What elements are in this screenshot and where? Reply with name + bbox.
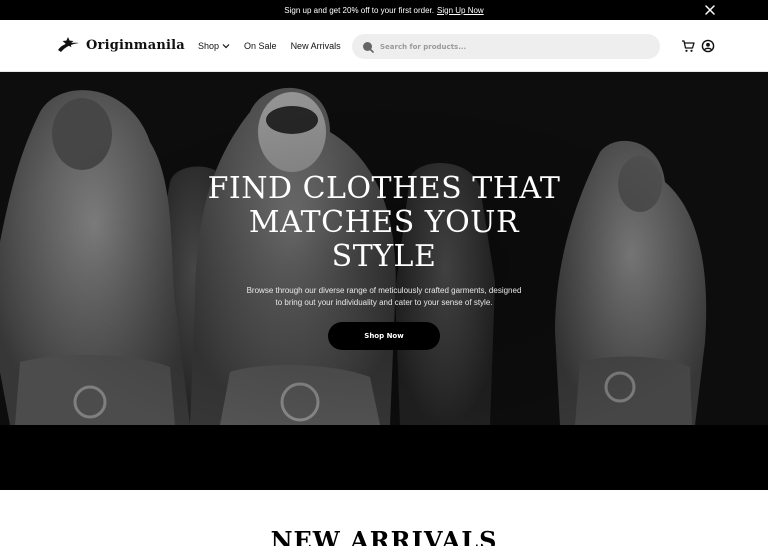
hero-title: FIND CLOTHES THAT MATCHES YOUR STYLE <box>184 172 584 274</box>
search-input[interactable] <box>380 42 650 51</box>
nav-on-sale-label: On Sale <box>244 41 277 51</box>
logo-text: Originmanila <box>86 37 185 53</box>
nav-shop-label: Shop <box>198 41 220 51</box>
star-swoosh-logo-icon <box>58 37 79 52</box>
logo[interactable]: Originmanila <box>57 36 185 54</box>
hero-title-line1: FIND CLOTHES THAT <box>207 171 561 206</box>
hero-subtitle-line1: Browse through our diverse range of meti… <box>246 286 522 295</box>
promo-text: Sign up and get 20% off to your first or… <box>284 5 435 15</box>
hero-banner: FIND CLOTHES THAT MATCHES YOUR STYLE Bro… <box>0 72 768 425</box>
hero-title-line3: STYLE <box>331 239 437 274</box>
search-bar[interactable] <box>352 34 660 59</box>
nav-new-arrivals-label: New Arrivals <box>290 41 341 51</box>
search-icon <box>363 41 374 53</box>
main-nav: Shop On Sale New Arrivals <box>198 41 341 51</box>
hero-subtitle-line2: to bring out your individuality and cate… <box>275 298 493 307</box>
close-icon[interactable] <box>704 4 716 16</box>
new-arrivals-title: NEW ARRIVALS <box>270 526 498 546</box>
chevron-down-icon <box>222 44 230 49</box>
nav-on-sale[interactable]: On Sale <box>244 41 277 51</box>
nav-shop[interactable]: Shop <box>198 41 230 51</box>
promo-bar: Sign up and get 20% off to your first or… <box>0 0 768 20</box>
hero-subtitle: Browse through our diverse range of meti… <box>234 285 534 309</box>
nav-new-arrivals[interactable]: New Arrivals <box>291 41 341 51</box>
sign-up-link[interactable]: Sign Up Now <box>437 6 484 15</box>
site-header: Originmanila Shop On Sale New Arrivals <box>0 20 768 72</box>
black-band <box>0 425 768 490</box>
account-icon[interactable] <box>701 39 715 53</box>
shop-now-button[interactable]: Shop Now <box>328 322 440 350</box>
hero-title-line2: MATCHES YOUR <box>248 205 520 240</box>
cart-icon[interactable] <box>681 39 695 53</box>
